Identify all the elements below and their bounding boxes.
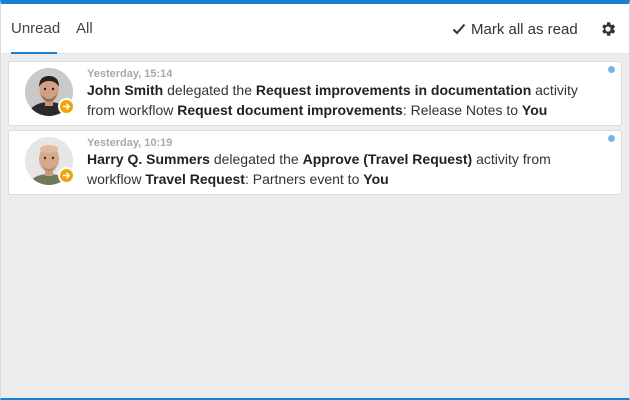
tab-unread[interactable]: Unread [11, 4, 60, 54]
notification-user: John Smith [87, 82, 164, 98]
notification-message: John Smith delegated the Request improve… [87, 80, 587, 120]
delegate-arrow-icon [58, 98, 75, 115]
unread-dot[interactable] [608, 66, 615, 73]
mark-all-read-button[interactable]: Mark all as read [452, 4, 578, 54]
notification-time: Yesterday, 10:19 [87, 137, 173, 149]
notification-activity: Request improvements in documentation [255, 82, 532, 98]
notification-user: Harry Q. Summers [87, 151, 210, 167]
delegate-arrow-icon [58, 167, 75, 184]
notifications-panel: Unread All Mark all as read Yesterday, 1… [0, 0, 630, 400]
tab-all[interactable]: All [76, 4, 93, 54]
notification-list: Yesterday, 15:14 John Smith delegated th… [1, 54, 629, 195]
gear-icon[interactable] [599, 20, 617, 38]
checkmark-icon [452, 23, 466, 35]
notification-activity: Approve (Travel Request) [302, 151, 473, 167]
message-text: : Release Notes to [402, 102, 522, 118]
notification-workflow: Travel Request [145, 171, 245, 187]
notifications-header: Unread All Mark all as read [1, 4, 629, 54]
notification-workflow: Request document improvements [177, 102, 403, 118]
message-text: delegated the [209, 151, 303, 167]
message-text: : Partners event to [244, 171, 364, 187]
unread-dot[interactable] [608, 135, 615, 142]
notification-item[interactable]: Yesterday, 10:19 Harry Q. Summers delega… [8, 130, 622, 195]
mark-all-read-label: Mark all as read [471, 20, 578, 38]
message-text: delegated the [163, 82, 256, 98]
notification-target: You [521, 102, 548, 118]
notification-target: You [363, 171, 389, 187]
notification-message: Harry Q. Summers delegated the Approve (… [87, 149, 587, 189]
notification-time: Yesterday, 15:14 [87, 68, 173, 80]
notification-item[interactable]: Yesterday, 15:14 John Smith delegated th… [8, 61, 622, 126]
